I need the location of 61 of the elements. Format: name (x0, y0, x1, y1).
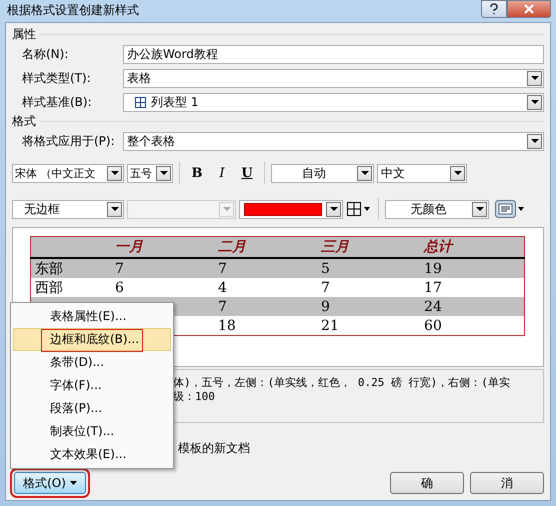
field-label: 将格式应用于(P): (21, 132, 116, 150)
underline-button[interactable]: U (236, 163, 258, 183)
dialog-button[interactable]: 消 (470, 472, 544, 494)
border-color-dropdown[interactable] (239, 200, 343, 218)
language-dropdown[interactable]: 中文 (377, 164, 467, 182)
column-header: 总计 (420, 236, 524, 258)
name-field[interactable]: 办公族Word教程 (123, 44, 544, 64)
borders-button[interactable] (346, 199, 372, 219)
table-cell: 4 (218, 280, 227, 296)
section-heading: 格式 (12, 113, 36, 130)
table-icon (135, 96, 146, 108)
field-label: 样式类型(T): (21, 70, 92, 86)
column-header: 三月 (317, 236, 420, 258)
table-cell: 24 (424, 298, 442, 314)
table-cell: 7 (218, 298, 227, 314)
table-cell: 7 (115, 260, 124, 276)
menu-item[interactable]: 段落(P)... (13, 397, 171, 420)
caret-icon (70, 481, 77, 485)
section-heading: 属性 (12, 26, 36, 43)
alignment-button[interactable] (494, 199, 526, 219)
table-cell: 60 (424, 318, 442, 334)
option-label: 模板的新文档 (178, 440, 250, 457)
table-cell: 5 (321, 260, 330, 276)
menu-item[interactable]: 字体(F)... (13, 374, 171, 397)
size-dropdown[interactable]: 五号 (127, 164, 173, 182)
dropdown-field[interactable]: 表格 (123, 68, 544, 88)
font-dropdown[interactable]: 宋体 （中文正文 (12, 164, 124, 182)
table-cell: 21 (321, 318, 339, 334)
menu-item[interactable]: 文本效果(E)... (13, 443, 171, 466)
bold-button[interactable]: B (186, 163, 208, 183)
row-label: 西部 (35, 280, 63, 296)
description-text: 级：100 (173, 390, 216, 404)
table-cell: 6 (115, 280, 124, 296)
field-label: 样式基准(B): (21, 94, 93, 110)
font-color-dropdown[interactable]: 自动 (271, 164, 374, 182)
window-title: 根据格式设置创建新样式 (6, 2, 139, 19)
help-icon (489, 3, 499, 15)
field-label: 名称(N): (21, 46, 70, 62)
table-cell: 18 (218, 318, 236, 334)
column-header: 一月 (111, 236, 214, 258)
close-icon (523, 4, 535, 14)
close-button[interactable] (507, 0, 551, 18)
column-header: 二月 (214, 236, 318, 258)
border-style-dropdown[interactable]: 无边框 (12, 200, 124, 218)
menu-item[interactable]: 边框和底纹(B)... (13, 328, 171, 351)
table-cell: 7 (218, 260, 227, 276)
row-label: 东部 (35, 260, 63, 276)
description-text: 体)，五号，左侧：(单实线，红色， 0.25 磅 行宽)，右侧：(单实 (173, 376, 511, 390)
table-cell: 7 (321, 280, 330, 296)
dropdown-field[interactable]: 列表型 1 (123, 92, 544, 112)
italic-button[interactable]: I (211, 163, 233, 183)
menu-item[interactable]: 制表位(T)... (13, 420, 171, 443)
shading-dropdown[interactable]: 无颜色 (385, 200, 489, 218)
dropdown-field[interactable]: 整个表格 (123, 132, 544, 150)
table-cell: 19 (424, 260, 442, 276)
help-button[interactable] (481, 0, 507, 18)
menu-item[interactable]: 条带(D)... (13, 351, 171, 374)
table-cell: 17 (424, 280, 442, 296)
table-cell: 9 (321, 298, 330, 314)
dialog-button[interactable]: 确 (390, 472, 464, 494)
menu-item[interactable]: 表格属性(E)... (13, 305, 171, 328)
